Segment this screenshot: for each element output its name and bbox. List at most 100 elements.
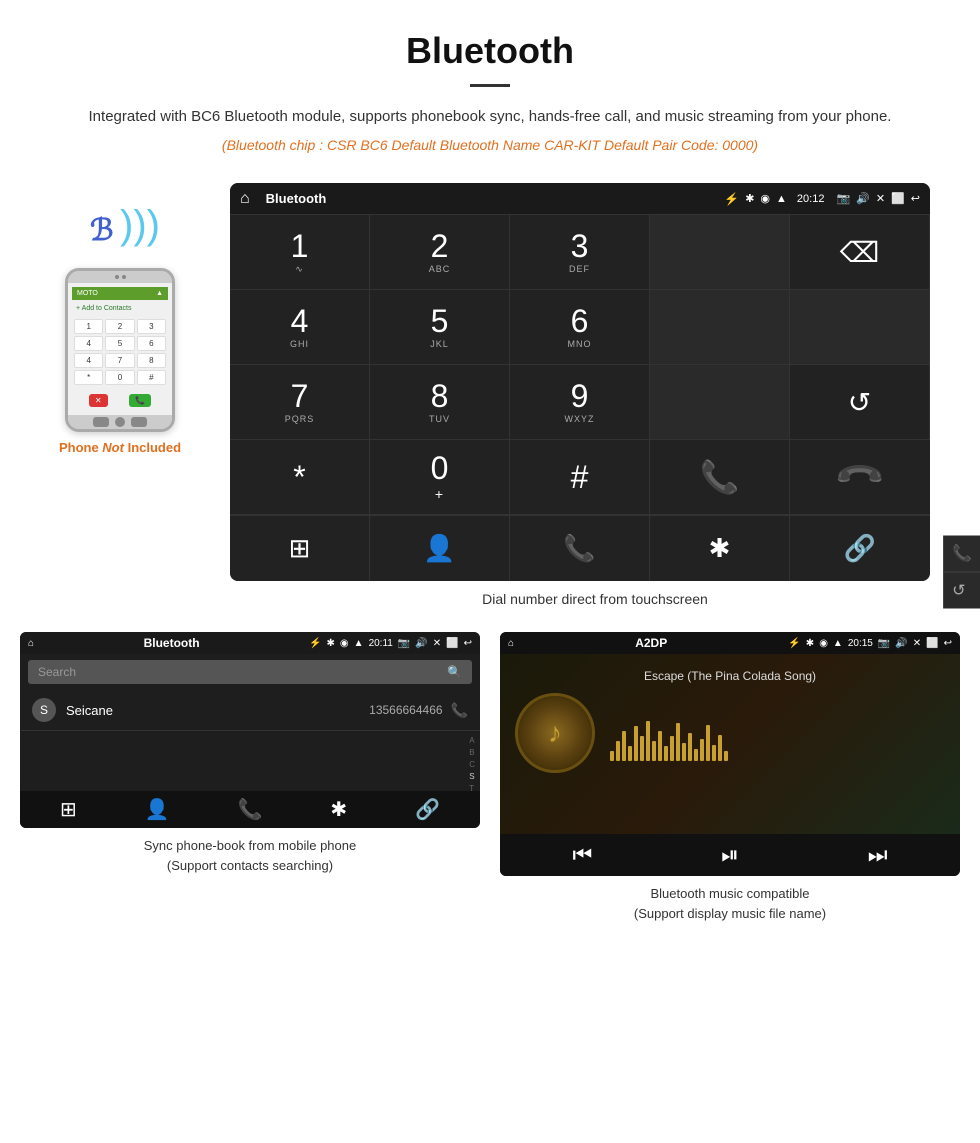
screen-icon[interactable]: ⬜: [891, 192, 905, 205]
eq-bar-9: [658, 731, 662, 761]
dial-key-7[interactable]: 7 PQRS: [230, 365, 370, 440]
search-icon: 🔍: [447, 665, 462, 679]
contacts-user-icon[interactable]: 👤: [145, 797, 170, 822]
home-icon[interactable]: ⌂: [240, 190, 250, 208]
play-pause-icon[interactable]: ⏯: [721, 842, 739, 868]
eq-bar-5: [634, 726, 638, 761]
music-back[interactable]: ↩: [944, 638, 952, 649]
dial-backspace-btn[interactable]: ⌫: [790, 215, 930, 290]
contacts-bt-icon[interactable]: ✱: [330, 797, 347, 822]
dial-key-4[interactable]: 4 GHI: [230, 290, 370, 365]
dial-key-9[interactable]: 9 WXYZ: [510, 365, 650, 440]
phone-key-1: 1: [74, 319, 103, 334]
backspace-icon: ⌫: [840, 236, 880, 269]
contacts-close[interactable]: ✕: [433, 638, 441, 649]
phone-key-3: 3: [137, 319, 166, 334]
contacts-usb: ⚡: [309, 638, 321, 649]
phone-label-included: Included: [124, 440, 181, 455]
time-display: 20:12: [797, 193, 825, 205]
phone-brand: MOTO: [77, 290, 98, 297]
contacts-title: Bluetooth: [39, 636, 304, 650]
contacts-screenshot: ⌂ Bluetooth ⚡ ✱ ◉ ▲ 20:11 📷 🔊 ✕ ⬜ ↩ Sear…: [20, 632, 480, 828]
dial-key-1[interactable]: 1 ∿: [230, 215, 370, 290]
music-time: 20:15: [848, 638, 873, 649]
dial-bottom-contacts[interactable]: 👤: [370, 516, 510, 581]
dial-bottom-bluetooth[interactable]: ✱: [650, 516, 790, 581]
music-close[interactable]: ✕: [913, 638, 921, 649]
music-home-icon[interactable]: ⌂: [508, 638, 514, 649]
prev-icon[interactable]: ⏮: [572, 842, 592, 868]
next-icon[interactable]: ⏭: [868, 842, 888, 868]
contacts-vol[interactable]: 🔊: [415, 638, 427, 649]
dial-empty-3: [790, 290, 930, 365]
music-loc: ◉: [819, 638, 828, 649]
dial-bottom-grid[interactable]: ⊞: [230, 516, 370, 581]
contacts-bt: ✱: [327, 638, 335, 649]
contacts-home-icon[interactable]: ⌂: [28, 638, 34, 649]
contacts-caption: Sync phone-book from mobile phone(Suppor…: [144, 836, 356, 875]
contacts-bottom-bar: ⊞ 👤 📞 ✱ 🔗: [20, 791, 480, 828]
phone-top-bar: [68, 271, 172, 283]
dial-key-6[interactable]: 6 MNO: [510, 290, 650, 365]
contacts-search-bar[interactable]: Search 🔍: [28, 660, 472, 684]
phone-not-included-label: Phone Not Included: [59, 440, 181, 455]
dial-call-btn[interactable]: 📞: [650, 440, 790, 515]
dial-key-0[interactable]: 0 +: [370, 440, 510, 515]
phone-screen: MOTO ▲ + Add to Contacts 1 2 3 4 5 6 4 7…: [68, 283, 172, 415]
contacts-block: ⌂ Bluetooth ⚡ ✱ ◉ ▲ 20:11 📷 🔊 ✕ ⬜ ↩ Sear…: [20, 632, 480, 923]
refresh-icon: ↺: [848, 386, 871, 419]
dial-key-hash[interactable]: #: [510, 440, 650, 515]
dial-hangup-btn[interactable]: 📞: [790, 440, 930, 515]
music-note-icon: ♪: [548, 717, 562, 749]
dial-key-2[interactable]: 2 ABC: [370, 215, 510, 290]
eq-bar-20: [724, 751, 728, 761]
music-usb: ⚡: [788, 638, 800, 649]
eq-bar-16: [700, 739, 704, 761]
phone-key-5: 5: [105, 336, 134, 351]
phone-key-6: 6: [137, 336, 166, 351]
eq-bar-19: [718, 735, 722, 761]
dial-bottom-phone[interactable]: 📞: [510, 516, 650, 581]
search-placeholder: Search: [38, 665, 76, 679]
wifi-icon: ))): [120, 203, 160, 248]
music-status-bar: ⌂ A2DP ⚡ ✱ ◉ ▲ 20:15 📷 🔊 ✕ ⬜ ↩: [500, 632, 960, 654]
contacts-link-icon[interactable]: 🔗: [415, 797, 440, 822]
music-screen[interactable]: ⬜: [926, 638, 938, 649]
contact-phone-icon[interactable]: 📞: [451, 702, 468, 719]
dial-refresh-btn[interactable]: ↺: [790, 365, 930, 440]
dial-empty-2: [650, 290, 790, 365]
contact-row-seicane[interactable]: S Seicane 13566664466 📞: [20, 690, 480, 731]
title-divider: [470, 84, 510, 87]
eq-bar-18: [712, 745, 716, 761]
contacts-grid-icon[interactable]: ⊞: [60, 797, 77, 822]
phone-key-2: 2: [105, 319, 134, 334]
dial-key-3[interactable]: 3 DEF: [510, 215, 650, 290]
eq-bar-8: [652, 741, 656, 761]
phone-illustration: MOTO ▲ + Add to Contacts 1 2 3 4 5 6 4 7…: [65, 268, 175, 432]
contacts-phone-icon[interactable]: 📞: [238, 797, 263, 822]
music-camera[interactable]: 📷: [878, 638, 890, 649]
middle-section: ))) ℬ MOTO ▲ + Add to Contacts 1 2 3 4 5: [0, 173, 980, 632]
phone-signal: ▲: [156, 290, 163, 297]
dial-bottom-bar: ⊞ 👤 📞 ✱ 🔗: [230, 515, 930, 581]
phone-back-btn: [93, 417, 109, 427]
dial-key-5[interactable]: 5 JKL: [370, 290, 510, 365]
close-icon[interactable]: ✕: [876, 192, 885, 205]
contact-initial: S: [32, 698, 56, 722]
contacts-camera[interactable]: 📷: [398, 638, 410, 649]
dial-bottom-link[interactable]: 🔗: [790, 516, 930, 581]
eq-bar-4: [628, 746, 632, 761]
dial-key-star[interactable]: *: [230, 440, 370, 515]
contacts-empty-area: ABCST: [20, 731, 480, 791]
music-vol[interactable]: 🔊: [895, 638, 907, 649]
page-title: Bluetooth: [60, 30, 920, 72]
phone-key-9: 8: [137, 353, 166, 368]
dial-key-8[interactable]: 8 TUV: [370, 365, 510, 440]
camera-icon[interactable]: 📷: [836, 192, 850, 205]
volume-icon[interactable]: 🔊: [856, 192, 870, 205]
contacts-screen[interactable]: ⬜: [446, 638, 458, 649]
contacts-back[interactable]: ↩: [464, 638, 472, 649]
eq-bar-2: [616, 741, 620, 761]
back-icon[interactable]: ↩: [911, 192, 920, 205]
eq-bar-3: [622, 731, 626, 761]
